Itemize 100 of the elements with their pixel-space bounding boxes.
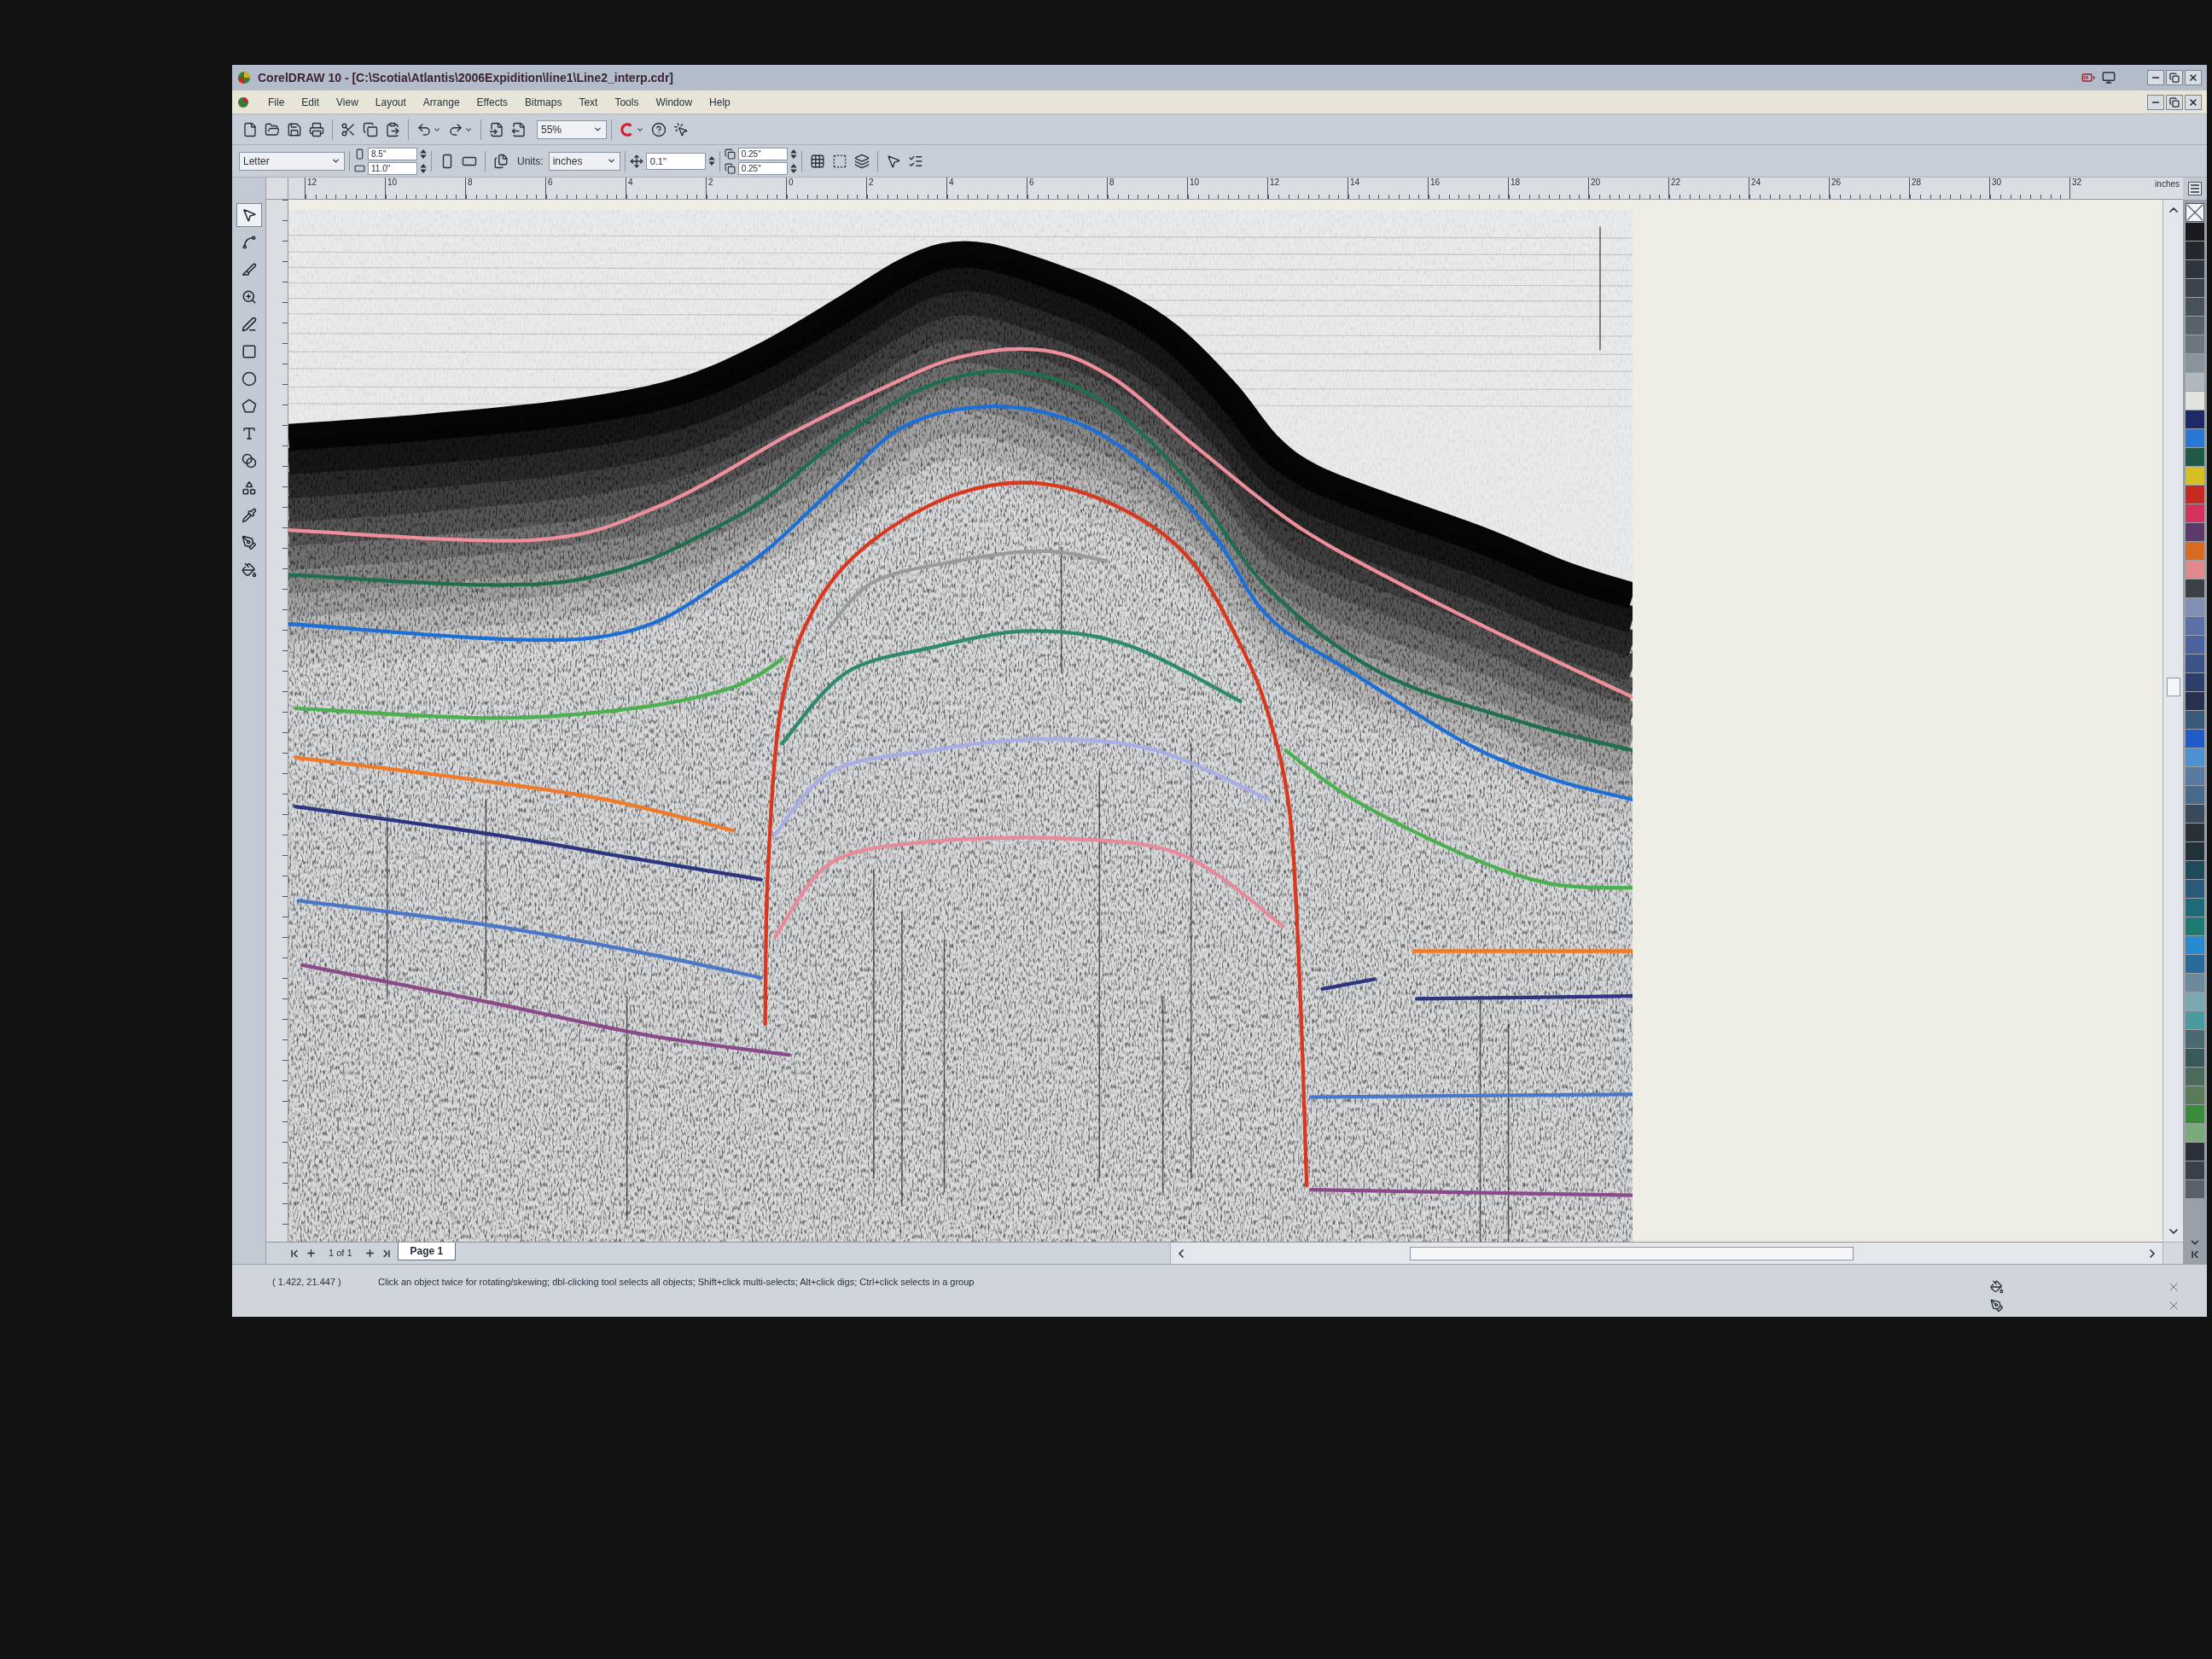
color-swatch[interactable]	[2186, 467, 2204, 485]
color-swatch[interactable]	[2186, 486, 2204, 504]
color-swatch[interactable]	[2186, 974, 2204, 992]
color-swatch[interactable]	[2186, 542, 2204, 560]
color-swatch[interactable]	[2186, 899, 2204, 917]
polygon-icon	[241, 399, 257, 414]
color-swatch[interactable]	[2186, 617, 2204, 635]
menu-item[interactable]: Bitmaps	[525, 94, 562, 110]
menu-item[interactable]: Layout	[375, 94, 406, 110]
spin-arrows-icon[interactable]	[789, 162, 797, 174]
spin-arrows-icon[interactable]	[420, 162, 427, 174]
nudge-field[interactable]: 0.1"	[645, 152, 706, 170]
color-swatch[interactable]	[2186, 673, 2204, 691]
color-swatch[interactable]	[2186, 392, 2204, 410]
color-swatch[interactable]	[2186, 561, 2204, 579]
color-swatch[interactable]	[2186, 1124, 2204, 1142]
color-swatch[interactable]	[2186, 936, 2204, 954]
color-swatch[interactable]	[2186, 1068, 2204, 1086]
close-button[interactable]	[2185, 94, 2202, 110]
duplicate-y-field[interactable]: 0.25"	[737, 161, 788, 175]
color-swatch[interactable]	[2186, 842, 2204, 860]
page-count: 1 of 1	[328, 1247, 353, 1260]
clipboard-icon	[385, 121, 400, 137]
color-swatch[interactable]	[2186, 579, 2204, 597]
menu-item[interactable]: Window	[655, 94, 693, 110]
color-swatch[interactable]	[2186, 692, 2204, 710]
color-swatch[interactable]	[2186, 1180, 2204, 1198]
color-swatch[interactable]	[2186, 260, 2204, 278]
add-page-icon[interactable]	[306, 1248, 317, 1259]
color-swatch[interactable]	[2186, 730, 2204, 748]
tool-button[interactable]	[236, 203, 262, 227]
color-swatch[interactable]	[2186, 279, 2204, 297]
color-swatch[interactable]	[2186, 748, 2204, 766]
color-swatch[interactable]	[2186, 636, 2204, 654]
color-swatch[interactable]	[2186, 786, 2204, 804]
ruler-label: 26	[1831, 178, 1842, 188]
color-swatch[interactable]	[2186, 955, 2204, 973]
color-swatch[interactable]	[2186, 1086, 2204, 1104]
palette-menu-icon[interactable]	[2188, 182, 2202, 195]
add-page-icon[interactable]	[364, 1248, 375, 1259]
menu-item[interactable]: File	[268, 94, 285, 110]
scroll-thumb[interactable]	[1409, 1246, 1854, 1260]
color-swatch[interactable]	[2186, 655, 2204, 672]
color-swatch[interactable]	[2186, 298, 2204, 316]
color-swatch[interactable]	[2186, 598, 2204, 616]
color-swatch[interactable]	[2186, 1011, 2204, 1029]
color-swatch[interactable]	[2186, 992, 2204, 1010]
page-width-field[interactable]: 8.5"	[368, 147, 417, 160]
color-swatch[interactable]	[2186, 448, 2204, 466]
color-swatch[interactable]	[2186, 223, 2204, 241]
page-tab[interactable]: Page 1	[397, 1243, 457, 1260]
window-title: CorelDRAW 10 - [C:\Scotia\Atlantis\2006Expidition\line1\Line2_interp.cdr]	[258, 69, 673, 86]
spin-arrows-icon[interactable]	[707, 155, 715, 166]
paper-type-dropdown[interactable]: Letter	[239, 151, 345, 171]
menu-item[interactable]: Help	[709, 94, 731, 110]
color-swatch[interactable]	[2186, 805, 2204, 823]
color-swatch[interactable]	[2186, 410, 2204, 428]
color-swatch[interactable]	[2186, 504, 2204, 522]
ruler-label: 16	[1429, 178, 1441, 188]
restore-button[interactable]	[2166, 70, 2183, 85]
menu-item[interactable]: Effects	[476, 94, 509, 110]
color-swatch[interactable]	[2186, 1161, 2204, 1179]
color-swatch[interactable]	[2186, 1143, 2204, 1161]
scroll-thumb[interactable]	[2166, 678, 2180, 696]
color-swatch[interactable]	[2186, 1105, 2204, 1123]
color-swatch[interactable]	[2186, 335, 2204, 353]
color-swatch[interactable]	[2186, 429, 2204, 447]
zoom-level-dropdown[interactable]: 55%	[537, 119, 607, 139]
color-swatch[interactable]	[2186, 861, 2204, 879]
menu-item[interactable]: Arrange	[422, 94, 460, 110]
color-swatch[interactable]	[2186, 824, 2204, 841]
page-height-field[interactable]: 11.0"	[368, 161, 417, 175]
color-swatch[interactable]	[2186, 711, 2204, 729]
horizontal-scrollbar[interactable]	[1169, 1243, 2163, 1264]
color-swatch[interactable]	[2186, 317, 2204, 335]
menu-item[interactable]: View	[336, 94, 358, 110]
ruler-label: 6	[1028, 178, 1035, 188]
vertical-scrollbar[interactable]	[2163, 200, 2183, 1242]
color-swatch[interactable]	[2186, 354, 2204, 372]
menu-item[interactable]: Edit	[301, 94, 320, 110]
duplicate-x-field[interactable]: 0.25"	[737, 147, 788, 160]
spin-arrows-icon[interactable]	[789, 148, 797, 160]
cross-swatch-icon[interactable]	[2186, 203, 2204, 222]
status-hint: Click an object twice for rotating/skewing; dbl-clicking tool selects all objects; Shift+click multi-selects; Alt+click digs; Ctrl+click selects in a group	[378, 1276, 975, 1289]
color-swatch[interactable]	[2186, 917, 2204, 935]
spin-arrows-icon[interactable]	[420, 148, 427, 160]
color-swatch[interactable]	[2186, 767, 2204, 785]
color-swatch[interactable]	[2186, 1030, 2204, 1048]
close-button[interactable]	[2185, 70, 2202, 85]
restore-button[interactable]	[2166, 94, 2183, 110]
color-swatch[interactable]	[2186, 880, 2204, 898]
minimize-button[interactable]	[2147, 94, 2164, 110]
color-swatch[interactable]	[2186, 242, 2204, 259]
color-swatch[interactable]	[2186, 523, 2204, 541]
color-swatch[interactable]	[2186, 373, 2204, 391]
menu-item[interactable]: Tools	[614, 94, 639, 110]
units-dropdown[interactable]: inches	[548, 151, 620, 171]
menu-item[interactable]: Text	[579, 94, 598, 110]
minimize-button[interactable]	[2147, 70, 2164, 85]
color-swatch[interactable]	[2186, 1049, 2204, 1067]
